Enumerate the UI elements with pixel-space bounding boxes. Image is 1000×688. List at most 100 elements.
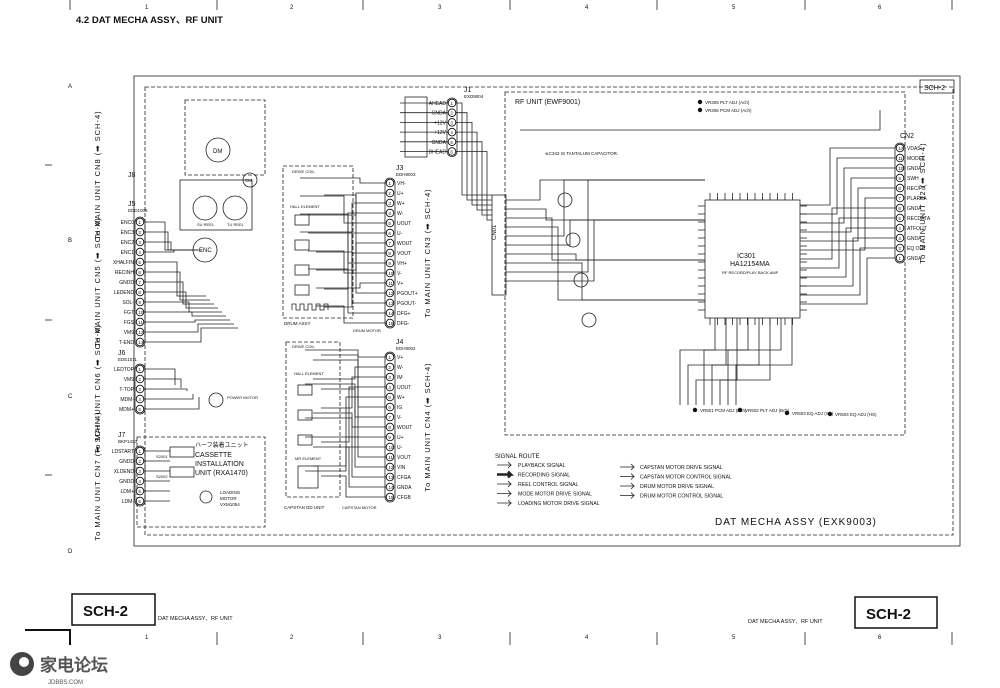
wire [324,194,386,294]
wire [316,282,386,289]
pin-label: T-TOP [119,387,134,393]
pin-label: W- [397,211,404,217]
connector-name: J8 [128,172,136,179]
cassette-unit-box [136,436,266,528]
connector-j3: 1 VH-2 U+3 W+4 W-5 UOUT6 U-7 WOUT8 VOUT9 VH+10 V-1… [384,165,432,329]
wire [316,202,386,253]
pin-label: XHALFIN [113,260,135,266]
sheet-caption-left: DAT MECHA ASSY、RF UNIT [158,616,233,622]
pin-label: ENC1 [121,250,135,256]
pin-label: FGT [124,310,134,316]
sheet-id-right: SCH-2 [866,606,911,623]
connector-name: J5 [128,201,136,208]
signal-arrow-icon [497,499,512,507]
signal-arrow-icon [497,490,512,497]
pin-label: GNDA [432,140,447,146]
wire [800,237,895,287]
signal-arrow-icon [620,463,635,471]
switch-s2001 [169,446,195,458]
pin-number: 10 [388,445,394,450]
row-letter: B [68,238,72,244]
pin-label: VOUT [397,251,411,257]
pin-number: 12 [388,465,394,470]
mecha-box [184,99,266,176]
hall-sensor [297,434,313,446]
pin-label: ENC3 [121,230,135,236]
pin-label: VH- [397,181,406,187]
wire [506,262,705,301]
pin-label: LEDTOP [114,367,135,373]
wire [144,261,206,297]
hall-sensor [294,239,310,251]
legend-item: REEL CONTROL SIGNAL [518,482,579,488]
connector-name: J1 [464,87,472,94]
connector-part: EDE1011 [118,357,137,362]
column-number-bottom: 6 [878,635,882,641]
cm-label: CM [245,178,252,183]
wire [800,247,895,296]
pin-number: 10 [898,166,904,171]
column-number-top: 2 [290,5,294,11]
legend-item: DRUM MOTOR DRIVE SIGNAL [640,484,714,490]
wire [316,242,386,271]
pin-number: 12 [388,291,394,296]
adjustment-label: VR504 EQ ADJ (HS) [835,412,877,417]
pin-label: LEDEND [114,290,135,296]
wire [321,376,386,409]
fg-pattern [291,303,329,311]
pin-label: DFG- [397,321,410,327]
transistor [557,192,573,208]
pin-number: 11 [388,281,393,286]
wire [313,359,386,458]
wire [144,311,226,317]
wire [144,221,190,251]
switch-s2002 [169,466,195,478]
capstan-drive-coil: DRIVE COIL [292,344,315,349]
pin-label: RECINH [115,270,135,276]
wire [321,436,386,443]
signal-arrow-icon [497,480,512,488]
pin-number: 10 [388,271,394,276]
wire [144,394,194,400]
wire [305,386,386,438]
adjustment-marker-icon [827,411,833,417]
signal-route-title: SIGNAL ROUTE [495,454,539,460]
pin-label: GNDA [397,485,412,491]
pin-label: U+ [397,435,404,441]
pin-label: VM9 [124,377,135,383]
adjustments: VR501 PCM ADJ (Bch)VR502 PLT ADJ (Bch)VR… [692,99,877,417]
dm-label: DM [213,149,222,155]
sheet-caption-right: DAT MECHA ASSY、RF UNIT [748,619,823,625]
wire [800,217,895,269]
pin-label: GNDD [119,459,134,465]
pin-number: 11 [898,156,903,161]
wire [735,318,793,405]
rf-unit-title: RF UNIT (EWF9001) [515,99,580,106]
pin-number: 13 [138,340,144,345]
capstan-unit-label: CAPSTAN DD UNIT [284,505,325,510]
pin-label: VOUT [397,455,411,461]
wire [313,412,386,428]
pin-label: IM [397,375,403,381]
wire [305,349,386,358]
pin-label: V+ [397,355,403,361]
wire [800,157,895,215]
pin-label: IG [397,405,402,411]
pin-label: ENC2 [121,240,135,246]
pin-label: UOUT [397,221,411,227]
adjustment-marker-icon [697,99,703,105]
wire [679,318,716,405]
connector-part: EDH9003 [396,172,416,177]
pin-label: AHEAD [429,101,447,107]
wire [695,318,738,405]
pin-label: LDM- [122,499,135,505]
connector-destination: To MAIN UNIT J2 (➡ SCH-4) [918,142,927,263]
ic301-name: IC301 [737,253,756,260]
capstan-unit-box [285,341,341,498]
pin-label: PGOUT+ [397,291,418,297]
wire [144,327,238,343]
pin-label: T-END [119,340,134,346]
pin-label: PGOUT- [397,301,417,307]
wire [144,231,194,251]
pin-label: U- [397,231,403,237]
